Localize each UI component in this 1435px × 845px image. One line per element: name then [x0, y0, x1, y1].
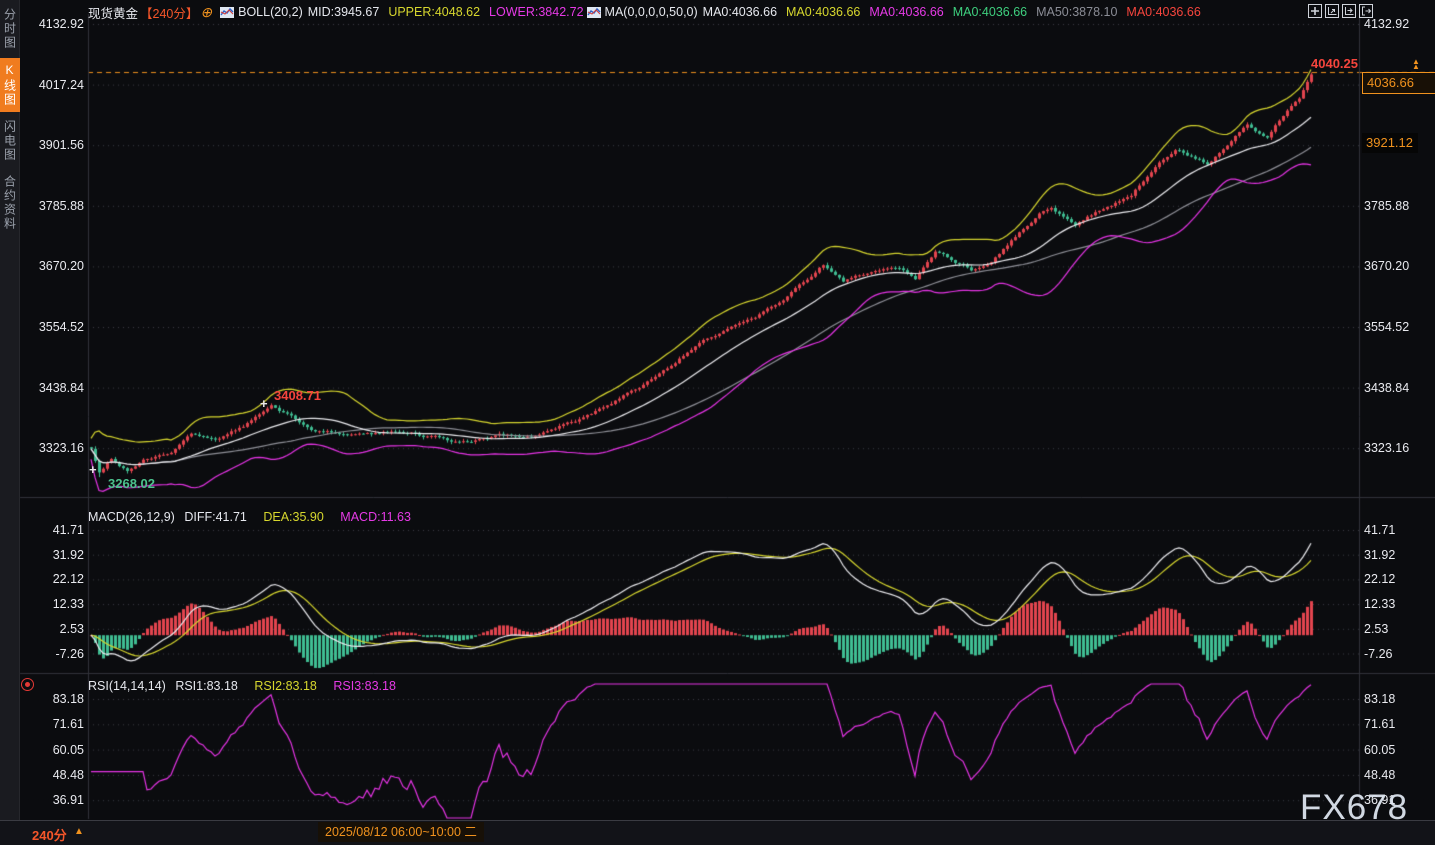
- exit-chart-icon[interactable]: [1359, 4, 1373, 18]
- boll-lower-value: LOWER:3842.72: [489, 5, 584, 19]
- chart-window: 分时图 K线图 闪电图 合约资料 现货黄金 【240分】 BOLL(20,2) …: [0, 0, 1435, 844]
- ma-name: MA(0,0,0,0,50,0): [605, 5, 698, 19]
- sidebar-tab-contract-info[interactable]: 合约资料: [0, 170, 20, 236]
- boll-mid-value: MID:3945.67: [308, 5, 380, 19]
- chart-header: 现货黄金 【240分】 BOLL(20,2) MID:3945.67 UPPER…: [88, 3, 1210, 21]
- rsi-name: RSI(14,14,14): [88, 679, 166, 693]
- current-price-tag: 4036.66: [1362, 72, 1435, 94]
- kline-chart-canvas[interactable]: [0, 0, 1435, 844]
- ma0-yellow-value: MA0:4036.66: [786, 5, 860, 19]
- sidebar-tab-kline-chart[interactable]: K线图: [0, 58, 20, 112]
- ma0-white-value: MA0:4036.66: [703, 5, 777, 19]
- sidebar: 分时图 K线图 闪电图 合约资料: [0, 0, 20, 820]
- low-price-annotation: 3268.02: [108, 476, 155, 491]
- boll-name: BOLL(20,2): [238, 5, 303, 19]
- rsi-indicator-row: RSI(14,14,14) RSI1:83.18 RSI2:83.18 RSI3…: [88, 679, 409, 693]
- ma-indicator-icon[interactable]: [587, 7, 601, 18]
- ma0-red-value: MA0:4036.66: [1126, 5, 1200, 19]
- sidebar-tab-lightning-chart[interactable]: 闪电图: [0, 115, 20, 167]
- zoom-in-axes-icon[interactable]: [1325, 4, 1339, 18]
- ma0-green-value: MA0:4036.66: [953, 5, 1027, 19]
- boll-indicator-icon[interactable]: [220, 7, 234, 18]
- session-high-label: 4040.25: [1311, 56, 1358, 71]
- timeframe-label[interactable]: 240分: [32, 825, 67, 844]
- macd-value: MACD:11.63: [340, 510, 411, 524]
- high-price-annotation: 3408.71: [274, 388, 321, 403]
- selected-session-box: 2025/08/12 06:00~10:00 二: [318, 822, 484, 842]
- alert-dot-icon[interactable]: [21, 678, 34, 691]
- rsi1-value: RSI1:83.18: [175, 679, 238, 693]
- rsi3-value: RSI3:83.18: [333, 679, 396, 693]
- macd-dea-value: DEA:35.90: [263, 510, 323, 524]
- low-cross-marker-icon: [89, 462, 97, 477]
- symbol-name: 现货黄金: [88, 3, 138, 22]
- zoom-out-axes-icon[interactable]: [1342, 4, 1356, 18]
- macd-indicator-row: MACD(26,12,9) DIFF:41.71 DEA:35.90 MACD:…: [88, 510, 424, 524]
- chart-toolbar: [1308, 4, 1373, 18]
- macd-name: MACD(26,12,9): [88, 510, 175, 524]
- rsi2-value: RSI2:83.18: [254, 679, 317, 693]
- ma0-magenta-value: MA0:4036.66: [869, 5, 943, 19]
- timeframe-up-triangle-icon[interactable]: [74, 826, 84, 837]
- secondary-price-tag: 3921.12: [1362, 133, 1418, 153]
- macd-diff-value: DIFF:41.71: [184, 510, 247, 524]
- period-label: 【240分】: [140, 3, 198, 22]
- high-cross-marker-icon: [260, 396, 268, 411]
- price-up-marker-icon: [1409, 59, 1423, 69]
- ma50-value: MA50:3878.10: [1036, 5, 1117, 19]
- pan-tool-icon[interactable]: [1308, 4, 1322, 18]
- time-axis-bar: 240分 2025/08/12 06:00~10:00 二: [0, 820, 1435, 845]
- sidebar-tab-time-chart[interactable]: 分时图: [0, 3, 20, 55]
- boll-upper-value: UPPER:4048.62: [388, 5, 480, 19]
- circle-plus-icon[interactable]: [200, 4, 212, 21]
